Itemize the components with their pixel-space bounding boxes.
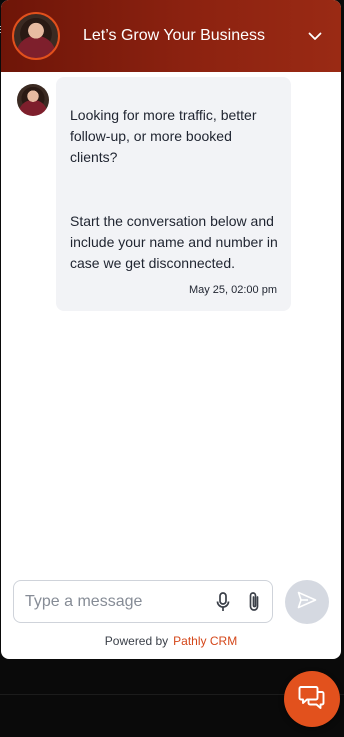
message-composer — [13, 580, 273, 623]
chat-launcher-button[interactable] — [284, 671, 340, 727]
message-list: Looking for more traffic, better follow-… — [1, 72, 341, 572]
message-bubble: Looking for more traffic, better follow-… — [56, 77, 291, 311]
message-avatar — [17, 84, 49, 116]
chat-header: Let’s Grow Your Business — [1, 0, 341, 72]
chat-bubbles-icon — [298, 683, 326, 716]
send-icon — [297, 591, 317, 614]
microphone-icon[interactable] — [213, 590, 234, 614]
paperclip-icon[interactable] — [243, 590, 264, 614]
message-input[interactable] — [25, 592, 203, 611]
send-button[interactable] — [285, 580, 329, 624]
chat-widget: Let’s Grow Your Business Looking for mor… — [1, 0, 341, 659]
message-paragraph: Looking for more traffic, better follow-… — [70, 107, 257, 165]
message-paragraph: Start the conversation below and include… — [70, 213, 278, 271]
agent-avatar — [12, 12, 60, 60]
chevron-down-icon[interactable] — [303, 24, 327, 48]
header-title: Let’s Grow Your Business — [83, 27, 266, 44]
powered-by-label: Powered by — [104, 634, 169, 648]
message-timestamp: May 25, 02:00 pm — [188, 284, 277, 296]
powered-by: Powered by Pathly CRM — [1, 634, 341, 648]
brand-link[interactable]: Pathly CRM — [173, 634, 237, 648]
